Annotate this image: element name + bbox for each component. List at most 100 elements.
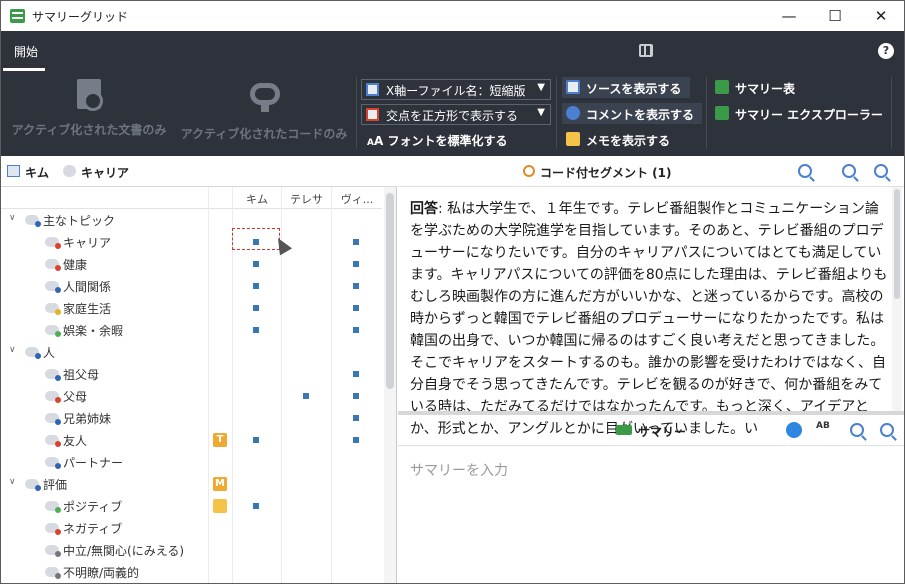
segment-marker[interactable] [353,415,359,421]
x-axis-icon [366,83,379,96]
summary-explorer-button[interactable]: サマリー エクスプローラー [711,103,891,124]
source-icon [566,80,580,94]
summary-table-button[interactable]: サマリー表 [711,77,831,98]
scrollbar-thumb[interactable] [386,193,394,389]
code-label: 友人 [63,434,88,448]
segment-marker[interactable] [253,261,259,267]
active-docs-only-button[interactable]: アクティブ化された文書のみ [9,79,169,138]
grid-row[interactable]: 父母 [1,385,382,407]
minimize-button[interactable]: — [766,1,812,31]
selection-header: キム キャリア [1,156,397,187]
segment-marker[interactable] [353,437,359,443]
search-icon[interactable] [798,164,812,178]
selected-code[interactable]: キャリア [63,164,129,181]
grid-row[interactable]: パートナー [1,451,382,473]
code-icon [45,237,61,249]
show-source-label: ソースを表示する [586,82,682,96]
grid-vertical-scrollbar[interactable] [384,187,396,583]
chevron-down-icon[interactable]: ∨ [9,477,16,487]
close-button[interactable]: ✕ [858,1,904,31]
grid-row[interactable]: 兄弟姉妹 [1,407,382,429]
show-comment-button[interactable]: コメントを表示する [562,103,702,124]
chevron-down-icon[interactable]: ∨ [9,345,16,355]
maximize-button[interactable]: ☐ [812,1,858,31]
summary-table-icon [715,80,729,94]
segment-marker[interactable] [253,327,259,333]
grid-row[interactable]: ∨ 人 [1,341,382,363]
grid-row[interactable]: ネガティブ [1,517,382,539]
grid-row[interactable]: 家庭生活 [1,297,382,319]
font-size-icon-big: A [373,134,388,148]
segment-marker[interactable] [253,503,259,509]
segment-marker[interactable] [353,261,359,267]
summary-explorer-label: サマリー エクスプローラー [735,108,883,122]
segment-marker[interactable] [353,239,359,245]
x-axis-dropdown[interactable]: X軸ーファイル名：短縮版 ▼ [361,79,551,100]
x-axis-dropdown-label: X軸ーファイル名：短縮版 [386,84,526,98]
grid-row[interactable]: 不明瞭/両義的 [1,561,382,583]
zoom-out-icon[interactable] [850,423,864,437]
ai-assist-icon[interactable] [782,418,806,442]
grid-row[interactable]: ∨ 主なトピック [1,209,382,231]
ribbon-layout-icon[interactable] [639,44,653,57]
grid-row[interactable]: ポジティブ [1,495,382,517]
show-memo-button[interactable]: メモを表示する [562,129,690,150]
zoom-out-icon[interactable] [842,164,856,178]
column-header-kim[interactable]: キム [232,187,281,209]
window-title: サマリーグリッド [32,10,129,24]
grid-row[interactable]: 中立/無関心(にみえる) [1,539,382,561]
memo-icon [566,132,580,146]
scrollbar-thumb[interactable] [894,189,900,299]
grid-row[interactable]: 友人 T [1,429,382,451]
grid-row[interactable]: 健康 [1,253,382,275]
segment-scrollbar[interactable] [892,187,902,411]
segment-marker[interactable] [253,283,259,289]
grid-row[interactable]: 娯楽・余暇 [1,319,382,341]
tab-start[interactable]: 開始 [1,31,49,71]
column-header-teresa[interactable]: テレサ [281,187,331,209]
zoom-in-icon[interactable] [880,423,894,437]
grid-row[interactable]: ∨ 評価 M [1,473,382,495]
column-header-vi[interactable]: ヴィ... [331,187,382,209]
help-icon[interactable]: ? [878,43,894,59]
memo-badge-icon[interactable]: M [213,477,227,491]
memo-icon[interactable] [213,499,227,513]
segment-marker[interactable] [353,371,359,377]
document-icon [7,165,20,177]
memo-badge-icon[interactable]: T [213,433,227,447]
show-memo-label: メモを表示する [586,134,671,148]
grid-column-header: キム テレサ ヴィ... [1,187,382,209]
normalize-font-button[interactable]: AA フォントを標準化する [361,129,551,150]
summary-grid: キム テレサ ヴィ... ∨ 主なトピック キャリア 健康 人間関係 家庭生活 娯楽・余暇 ∨… [1,187,382,583]
coded-segment-header: コード付セグメント (1) [398,156,904,187]
segment-marker[interactable] [353,327,359,333]
code-label: 人間関係 [63,280,112,294]
segment-marker[interactable] [303,393,309,399]
summary-input[interactable]: サマリーを入力 [410,460,508,480]
segment-marker[interactable] [253,437,259,443]
selected-document[interactable]: キム [7,164,49,181]
show-source-button[interactable]: ソースを表示する [562,77,690,98]
grid-row[interactable]: 人間関係 [1,275,382,297]
code-label: パートナー [63,456,124,470]
intersection-dropdown-label: 交点を正方形で表示する [386,109,519,123]
segment-marker[interactable] [253,305,259,311]
intersection-dropdown[interactable]: 交点を正方形で表示する ▼ [361,104,551,125]
chevron-down-icon[interactable]: ∨ [9,213,16,223]
selected-grid-cell[interactable] [232,228,280,250]
active-docs-only-label: アクティブ化された文書のみ [11,123,167,137]
code-icon [45,567,61,579]
zoom-in-icon[interactable] [874,164,888,178]
code-icon [45,259,61,271]
active-codes-only-button[interactable]: アクティブ化されたコードのみ [177,79,351,142]
segment-marker[interactable] [353,305,359,311]
segment-marker[interactable] [353,393,359,399]
code-icon [45,501,61,513]
grid-row[interactable]: キャリア [1,231,382,253]
code-icon [45,413,61,425]
grid-row[interactable]: 祖父母 [1,363,382,385]
spellcheck-icon[interactable]: AB [816,421,830,431]
code-icon [25,479,41,491]
code-icon [45,281,61,293]
segment-marker[interactable] [353,283,359,289]
